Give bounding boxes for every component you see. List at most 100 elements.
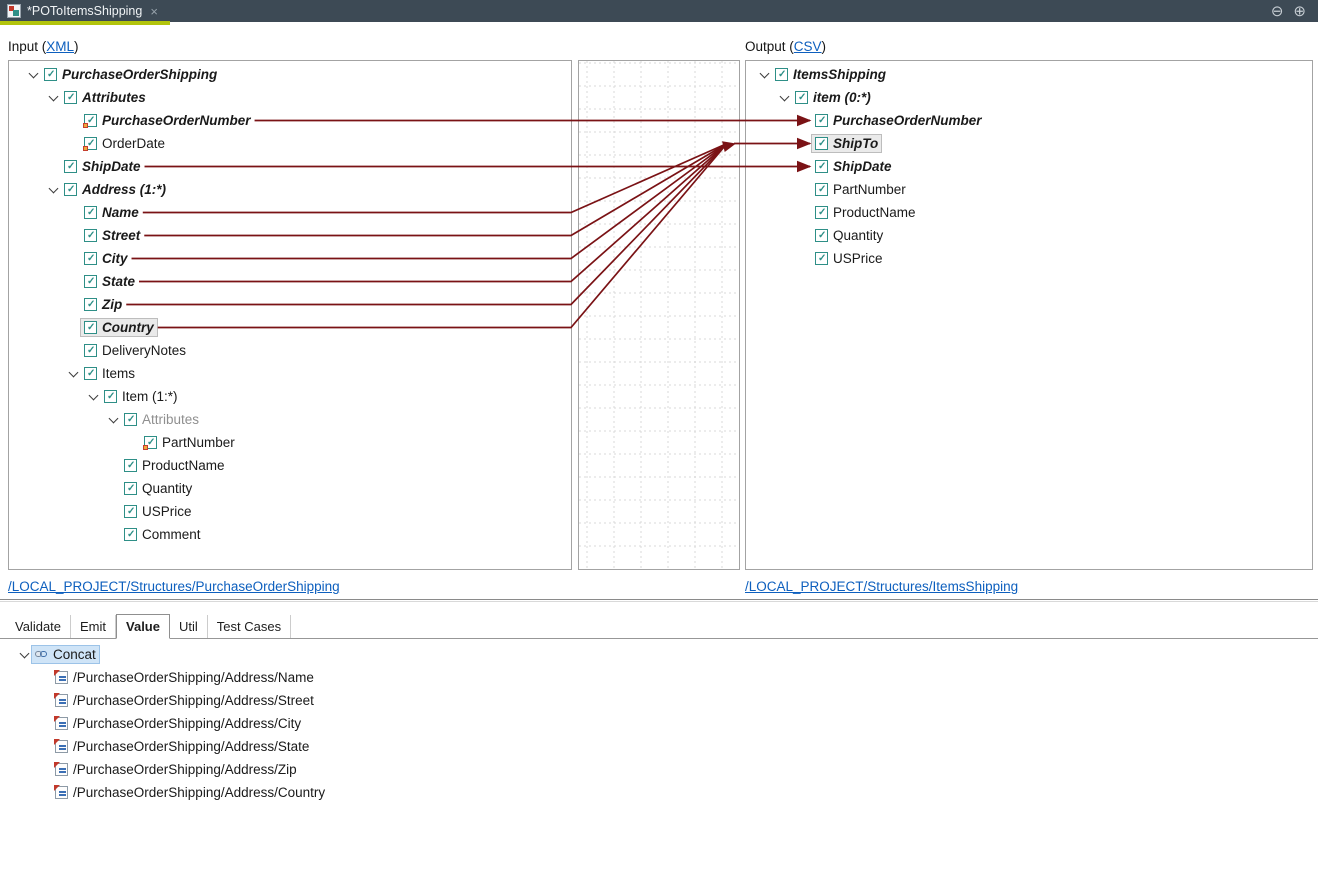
element-icon [775, 68, 788, 81]
attribute-icon [84, 114, 97, 127]
input-format-label: Input (XML) [8, 39, 79, 54]
source-row-street[interactable]: Street [9, 224, 571, 247]
source-row-name[interactable]: Name [9, 201, 571, 224]
target-row-itemsshipping[interactable]: ItemsShipping [746, 63, 1312, 86]
tree-label: USPrice [833, 251, 883, 266]
target-row-usprice[interactable]: USPrice [746, 247, 1312, 270]
source-row-state[interactable]: State [9, 270, 571, 293]
row-content: ShipDate [60, 157, 145, 176]
tab-emit[interactable]: Emit [71, 615, 116, 638]
target-row-purchaseordernumber[interactable]: PurchaseOrderNumber [746, 109, 1312, 132]
source-row-purchaseordershipping[interactable]: PurchaseOrderShipping [9, 63, 571, 86]
target-row-productname[interactable]: ProductName [746, 201, 1312, 224]
tree-label: Attributes [142, 412, 199, 427]
source-row-quantity[interactable]: Quantity [9, 477, 571, 500]
source-row-city[interactable]: City [9, 247, 571, 270]
row-content: USPrice [811, 249, 887, 268]
target-tree: ItemsShipping item (0:*) PurchaseOrderNumb… [746, 61, 1312, 270]
element-icon [44, 68, 57, 81]
output-prefix: Output ( [745, 39, 794, 54]
splitter[interactable] [0, 599, 1318, 600]
source-row-orderdate[interactable]: OrderDate [9, 132, 571, 155]
target-row-quantity[interactable]: Quantity [746, 224, 1312, 247]
tab-test-cases[interactable]: Test Cases [208, 615, 291, 638]
row-content: Quantity [120, 479, 196, 498]
maximize-icon[interactable]: ⊕ [1293, 4, 1306, 19]
value-row-purchaseordershipping-address-city[interactable]: /PurchaseOrderShipping/Address/City [0, 712, 1318, 735]
source-row-items[interactable]: Items [9, 362, 571, 385]
row-content: Attributes [120, 410, 203, 429]
source-row-purchaseordernumber[interactable]: PurchaseOrderNumber [9, 109, 571, 132]
value-row-purchaseordershipping-address-state[interactable]: /PurchaseOrderShipping/Address/State [0, 735, 1318, 758]
element-icon [84, 298, 97, 311]
element-icon [815, 206, 828, 219]
source-tree: PurchaseOrderShipping Attributes PurchaseO… [9, 61, 571, 546]
active-tab-underline [0, 21, 170, 25]
source-row-partnumber[interactable]: PartNumber [9, 431, 571, 454]
value-row-purchaseordershipping-address-country[interactable]: /PurchaseOrderShipping/Address/Country [0, 781, 1318, 804]
value-row-concat[interactable]: Concat [0, 643, 1318, 666]
tab-validate[interactable]: Validate [6, 615, 71, 638]
row-content: /PurchaseOrderShipping/Address/Name [51, 668, 318, 687]
element-icon [104, 390, 117, 403]
tree-label: DeliveryNotes [102, 343, 186, 358]
mapping-area: PurchaseOrderShipping Attributes PurchaseO… [8, 60, 1313, 570]
source-row-shipdate[interactable]: ShipDate [9, 155, 571, 178]
source-row-country[interactable]: Country [9, 316, 571, 339]
window-controls: ⊖ ⊕ [1271, 0, 1318, 22]
value-row-purchaseordershipping-address-name[interactable]: /PurchaseOrderShipping/Address/Name [0, 666, 1318, 689]
argument-icon [55, 671, 68, 684]
tree-label: PurchaseOrderNumber [102, 113, 251, 128]
element-icon [124, 459, 137, 472]
element-icon [64, 91, 77, 104]
tree-label: PurchaseOrderShipping [62, 67, 217, 82]
row-content: PurchaseOrderNumber [811, 111, 986, 130]
source-row-item-1[interactable]: Item (1:*) [9, 385, 571, 408]
target-row-partnumber[interactable]: PartNumber [746, 178, 1312, 201]
row-content: /PurchaseOrderShipping/Address/State [51, 737, 313, 756]
input-format-link[interactable]: XML [46, 39, 74, 54]
source-row-comment[interactable]: Comment [9, 523, 571, 546]
tree-label: Attributes [82, 90, 146, 105]
minimize-icon[interactable]: ⊖ [1271, 4, 1284, 19]
bottom-tab-bar: ValidateEmitValueUtilTest Cases [0, 612, 1318, 639]
tree-label: item (0:*) [813, 90, 871, 105]
target-structure-link[interactable]: /LOCAL_PROJECT/Structures/ItemsShipping [745, 579, 1018, 594]
target-row-shipto[interactable]: ShipTo [746, 132, 1312, 155]
element-icon [84, 367, 97, 380]
tab-util[interactable]: Util [170, 615, 208, 638]
value-row-purchaseordershipping-address-street[interactable]: /PurchaseOrderShipping/Address/Street [0, 689, 1318, 712]
tree-label: /PurchaseOrderShipping/Address/City [73, 716, 301, 731]
tree-label: Street [102, 228, 140, 243]
element-icon [124, 482, 137, 495]
element-icon [84, 275, 97, 288]
target-row-item-0[interactable]: item (0:*) [746, 86, 1312, 109]
row-content: PartNumber [140, 433, 239, 452]
tab-close-icon[interactable]: × [150, 4, 158, 19]
tree-label: PartNumber [162, 435, 235, 450]
element-icon [815, 160, 828, 173]
source-row-attributes[interactable]: Attributes [9, 408, 571, 431]
source-structure-link[interactable]: /LOCAL_PROJECT/Structures/PurchaseOrderS… [8, 579, 340, 594]
source-row-zip[interactable]: Zip [9, 293, 571, 316]
row-content: item (0:*) [791, 88, 875, 107]
source-row-address-1[interactable]: Address (1:*) [9, 178, 571, 201]
row-content: Name [80, 203, 143, 222]
source-row-usprice[interactable]: USPrice [9, 500, 571, 523]
tab-value[interactable]: Value [116, 614, 170, 639]
source-panel: PurchaseOrderShipping Attributes PurchaseO… [8, 60, 572, 570]
tree-label: ItemsShipping [793, 67, 886, 82]
value-tree: Concat/PurchaseOrderShipping/Address/Nam… [0, 641, 1318, 804]
source-row-productname[interactable]: ProductName [9, 454, 571, 477]
target-row-shipdate[interactable]: ShipDate [746, 155, 1312, 178]
tree-label: ProductName [142, 458, 225, 473]
source-row-deliverynotes[interactable]: DeliveryNotes [9, 339, 571, 362]
editor-tab[interactable]: *POToItemsShipping × [0, 0, 170, 22]
value-row-purchaseordershipping-address-zip[interactable]: /PurchaseOrderShipping/Address/Zip [0, 758, 1318, 781]
tree-label: Zip [102, 297, 122, 312]
tree-label: Name [102, 205, 139, 220]
source-row-attributes[interactable]: Attributes [9, 86, 571, 109]
argument-icon [55, 763, 68, 776]
output-format-link[interactable]: CSV [794, 39, 822, 54]
tree-label: OrderDate [102, 136, 165, 151]
